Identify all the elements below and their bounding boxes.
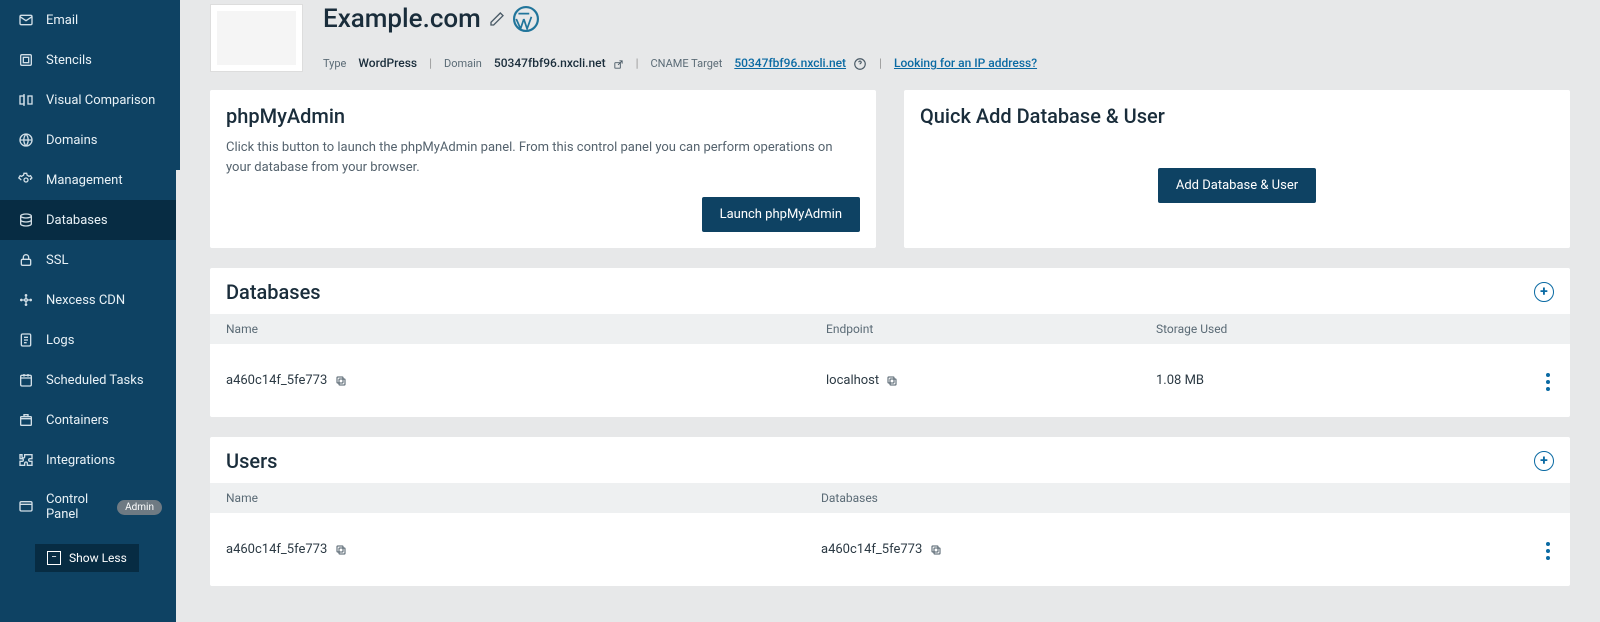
sidebar-item-label: Integrations — [46, 453, 115, 468]
copy-icon[interactable] — [335, 544, 347, 556]
quick-add-title: Quick Add Database & User — [920, 104, 1554, 128]
database-icon — [18, 212, 34, 228]
sidebar: Email Stencils Visual Comparison Domains… — [0, 0, 180, 622]
sidebar-item-visual-comparison[interactable]: Visual Comparison — [0, 80, 180, 120]
show-less-label: Show Less — [69, 551, 127, 565]
sidebar-item-label: SSL — [46, 253, 68, 268]
ip-address-link[interactable]: Looking for an IP address? — [894, 56, 1037, 70]
lock-icon — [18, 252, 34, 268]
sidebar-item-label: Stencils — [46, 53, 92, 68]
domain-value: 50347fbf96.nxcli.net — [494, 56, 606, 70]
panel-icon — [18, 499, 34, 515]
cname-label: CNAME Target — [651, 57, 723, 70]
minus-square-icon: − — [47, 551, 61, 565]
calendar-icon — [18, 372, 34, 388]
sidebar-item-control-panel[interactable]: Control Panel Admin — [0, 480, 180, 534]
pencil-icon[interactable] — [489, 11, 505, 27]
puzzle-icon — [18, 452, 34, 468]
main-content: Example.com Type WordPress | Domain 5034… — [180, 0, 1600, 622]
sidebar-item-label: Databases — [46, 213, 108, 228]
row-actions-menu[interactable] — [1542, 369, 1554, 395]
col-databases: Databases — [821, 491, 1514, 505]
compare-icon — [18, 92, 34, 108]
phpmyadmin-body: Click this button to launch the phpMyAdm… — [226, 138, 860, 177]
cname-value-link[interactable]: 50347fbf96.nxcli.net — [734, 56, 846, 70]
domain-label: Domain — [444, 57, 482, 70]
sidebar-item-integrations[interactable]: Integrations — [0, 440, 180, 480]
sidebar-item-domains[interactable]: Domains — [0, 120, 180, 160]
table-row: a460c14f_5fe773 a460c14f_5fe773 — [210, 513, 1570, 586]
phpmyadmin-title: phpMyAdmin — [226, 104, 860, 128]
add-database-user-button[interactable]: Add Database & User — [1158, 168, 1316, 203]
sidebar-item-label: Nexcess CDN — [46, 293, 125, 308]
col-storage: Storage Used — [1156, 322, 1514, 336]
admin-badge: Admin — [117, 500, 162, 515]
databases-table-header: Name Endpoint Storage Used — [210, 314, 1570, 344]
sidebar-item-ssl[interactable]: SSL — [0, 240, 180, 280]
copy-icon[interactable] — [930, 544, 942, 556]
users-panel: Users + Name Databases a460c14f_5fe773 a… — [210, 437, 1570, 586]
users-title: Users — [226, 449, 277, 473]
sidebar-item-email[interactable]: Email — [0, 0, 180, 40]
users-table-header: Name Databases — [210, 483, 1570, 513]
sidebar-item-label: Containers — [46, 413, 109, 428]
databases-panel: Databases + Name Endpoint Storage Used a… — [210, 268, 1570, 417]
copy-icon[interactable] — [335, 375, 347, 387]
sidebar-item-management[interactable]: Management — [0, 160, 180, 200]
wordpress-icon — [513, 6, 539, 32]
stencil-icon — [18, 52, 34, 68]
sidebar-item-label: Management — [46, 173, 123, 188]
add-database-button[interactable]: + — [1534, 282, 1554, 302]
sidebar-item-stencils[interactable]: Stencils — [0, 40, 180, 80]
sidebar-item-label: Control Panel — [46, 492, 101, 522]
sidebar-item-label: Visual Comparison — [46, 93, 155, 108]
sidebar-item-label: Logs — [46, 333, 74, 348]
sidebar-item-label: Email — [46, 13, 78, 28]
col-endpoint: Endpoint — [826, 322, 1156, 336]
row-actions-menu[interactable] — [1542, 538, 1554, 564]
gear-icon — [18, 172, 34, 188]
sidebar-item-scheduled-tasks[interactable]: Scheduled Tasks — [0, 360, 180, 400]
sidebar-item-logs[interactable]: Logs — [0, 320, 180, 360]
db-name: a460c14f_5fe773 — [226, 373, 327, 388]
user-db: a460c14f_5fe773 — [821, 542, 922, 557]
phpmyadmin-card: phpMyAdmin Click this button to launch t… — [210, 90, 876, 248]
globe-icon — [18, 132, 34, 148]
launch-phpmyadmin-button[interactable]: Launch phpMyAdmin — [702, 197, 860, 232]
page-title: Example.com — [323, 4, 481, 34]
type-value: WordPress — [358, 56, 417, 70]
databases-title: Databases — [226, 280, 321, 304]
add-user-button[interactable]: + — [1534, 451, 1554, 471]
col-name: Name — [226, 491, 821, 505]
box-icon — [18, 412, 34, 428]
document-icon — [18, 332, 34, 348]
sidebar-item-label: Domains — [46, 133, 97, 148]
external-link-icon[interactable] — [613, 59, 624, 70]
col-name: Name — [226, 322, 826, 336]
sidebar-item-nexcess-cdn[interactable]: Nexcess CDN — [0, 280, 180, 320]
user-name: a460c14f_5fe773 — [226, 542, 327, 557]
sidebar-item-containers[interactable]: Containers — [0, 400, 180, 440]
sidebar-scrollbar[interactable] — [176, 170, 180, 622]
sidebar-item-label: Scheduled Tasks — [46, 373, 144, 388]
db-storage: 1.08 MB — [1156, 373, 1514, 388]
show-less-button[interactable]: − Show Less — [35, 544, 139, 572]
db-endpoint: localhost — [826, 373, 879, 388]
site-thumbnail — [210, 4, 303, 72]
table-row: a460c14f_5fe773 localhost 1.08 MB — [210, 344, 1570, 417]
sidebar-item-databases[interactable]: Databases — [0, 200, 180, 240]
help-circle-icon[interactable] — [853, 57, 867, 71]
quick-add-card: Quick Add Database & User Add Database &… — [904, 90, 1570, 248]
cdn-icon — [18, 292, 34, 308]
type-label: Type — [323, 57, 346, 70]
envelope-icon — [18, 12, 34, 28]
copy-icon[interactable] — [886, 375, 898, 387]
